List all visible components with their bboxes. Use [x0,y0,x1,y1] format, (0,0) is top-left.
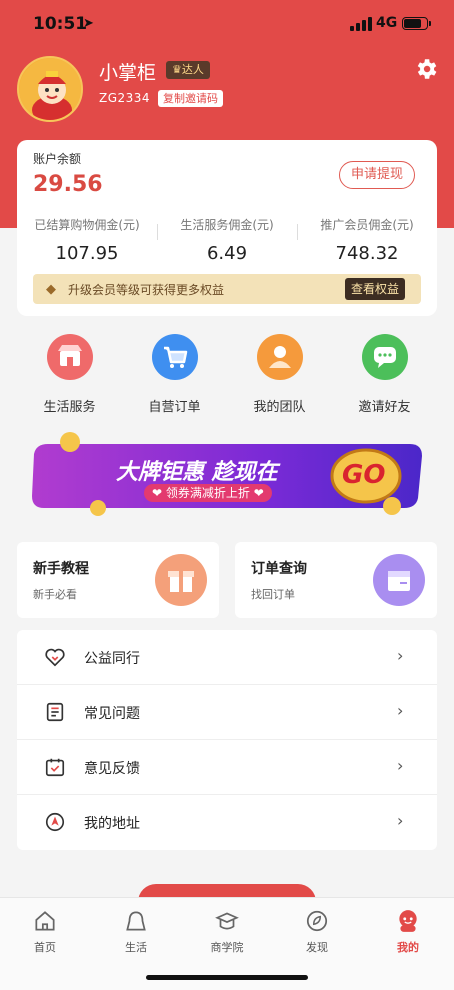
tab-label: 发现 [306,941,328,954]
user-id: ZG2334 [99,91,151,105]
home-icon [32,908,58,934]
balance-value: 29.56 [33,172,103,197]
quick-action-label: 生活服务 [43,400,96,415]
upgrade-text: 升级会员等级可获得更多权益 [68,283,225,297]
quick-action-label: 邀请好友 [358,400,411,415]
menu-label: 意见反馈 [84,761,140,777]
crown-icon: ♛ [172,63,182,76]
shop-icon [46,334,93,380]
chevron-right-icon: › [397,646,404,665]
divider [157,224,158,240]
card-subtitle: 找回订单 [251,588,295,601]
school-icon [214,908,240,934]
menu-item-charity[interactable]: 公益同行 › [17,630,437,685]
menu-label: 公益同行 [84,651,140,667]
menu-item-faq[interactable]: 常见问题 › [17,685,437,740]
quick-action-self-orders[interactable]: 自营订单 [122,334,227,424]
gift-icon [155,554,207,606]
menu-item-feedback[interactable]: 意见反馈 › [17,740,437,795]
heart-left-icon: ❤ [152,486,163,500]
life-icon [123,908,149,934]
gear-icon[interactable] [413,56,439,82]
team-icon [256,334,303,380]
stat-value: 107.95 [55,243,119,264]
beginner-tutorial-card[interactable]: 新手教程 新手必看 [17,542,219,618]
quick-action-invite-friends[interactable]: 邀请好友 [332,334,437,424]
location-icon [44,811,66,833]
diamond-icon: ◆ [46,282,56,297]
quick-action-my-team[interactable]: 我的团队 [227,334,332,424]
quick-action-life-service[interactable]: 生活服务 [17,334,122,424]
tab-label: 我的 [397,941,419,954]
stat-membership[interactable]: 推广会员佣金(元) 748.32 [297,216,437,268]
username: 小掌柜 [99,62,157,84]
stat-label: 推广会员佣金(元) [320,218,414,232]
withdraw-button[interactable]: 申请提现 [339,161,415,189]
avatar[interactable] [17,56,83,122]
chevron-right-icon: › [397,811,404,830]
view-benefits-button[interactable]: 查看权益 [345,278,406,300]
chevron-right-icon: › [397,701,404,720]
menu-item-address[interactable]: 我的地址 › [17,795,437,850]
signal-icon [350,17,372,31]
quick-action-label: 我的团队 [253,400,306,415]
heart-right-icon: ❤ [253,486,264,500]
quick-action-label: 自营订单 [148,400,201,415]
balance-label: 账户余额 [33,152,82,166]
upgrade-banner[interactable]: ◆ 升级会员等级可获得更多权益 查看权益 [33,274,421,304]
tab-business-school[interactable]: 商学院 [197,908,257,955]
commission-stats: 已结算购物佣金(元) 107.95 生活服务佣金(元) 6.49 推广会员佣金(… [17,216,437,268]
menu-label: 我的地址 [84,816,140,832]
stat-life-service[interactable]: 生活服务佣金(元) 6.49 [157,216,297,268]
stat-label: 生活服务佣金(元) [180,218,274,232]
level-badge: ♛达人 [166,61,210,79]
list-icon [44,701,66,723]
promo-banner[interactable]: 大牌钜惠 趁现在 ❤ 领券满减折上折 ❤ GO [26,430,426,522]
tab-label: 生活 [125,941,147,954]
tab-discover[interactable]: 发现 [287,908,347,955]
tab-label: 商学院 [210,941,244,954]
home-indicator [146,975,308,980]
cart-icon [151,334,198,380]
menu-list: 公益同行 › 常见问题 › 意见反馈 › 我的地址 › [17,630,437,850]
profile-icon [395,908,421,934]
copy-invite-code-button[interactable]: 复制邀请码 [158,90,223,107]
stat-value: 6.49 [206,243,248,264]
stat-label: 已结算购物佣金(元) [34,218,140,232]
banner-subtitle: ❤ 领券满减折上折 ❤ [144,484,272,502]
location-arrow-icon: ➤ [83,16,94,31]
tab-life[interactable]: 生活 [106,908,166,955]
stat-shopping[interactable]: 已结算购物佣金(元) 107.95 [17,216,157,268]
card-subtitle: 新手必看 [33,588,77,601]
tab-home[interactable]: 首页 [15,908,75,955]
divider [297,224,298,240]
banner-go-label: GO [342,460,386,490]
card-title: 新手教程 [33,561,89,577]
balance-card: 账户余额 29.56 申请提现 已结算购物佣金(元) 107.95 生活服务佣金… [17,140,437,316]
stat-value: 748.32 [335,243,399,264]
heart-icon [44,646,66,668]
order-lookup-card[interactable]: 订单查询 找回订单 [235,542,437,618]
quick-actions: 生活服务 自营订单 我的团队 邀请好友 [17,334,437,424]
tab-mine[interactable]: 我的 [378,908,438,955]
battery-icon [402,17,431,30]
status-bar: 10:51 ➤ 4G [0,10,454,40]
tab-label: 首页 [34,941,56,954]
chat-icon [361,334,408,380]
banner-title: 大牌钜惠 趁现在 [116,460,278,485]
calendar-check-icon [44,756,66,778]
card-title: 订单查询 [251,561,307,577]
status-time: 10:51 [33,14,88,34]
discover-icon [304,908,330,934]
network-label: 4G [376,15,398,31]
menu-label: 常见问题 [84,706,140,722]
chevron-right-icon: › [397,756,404,775]
box-icon [373,554,425,606]
